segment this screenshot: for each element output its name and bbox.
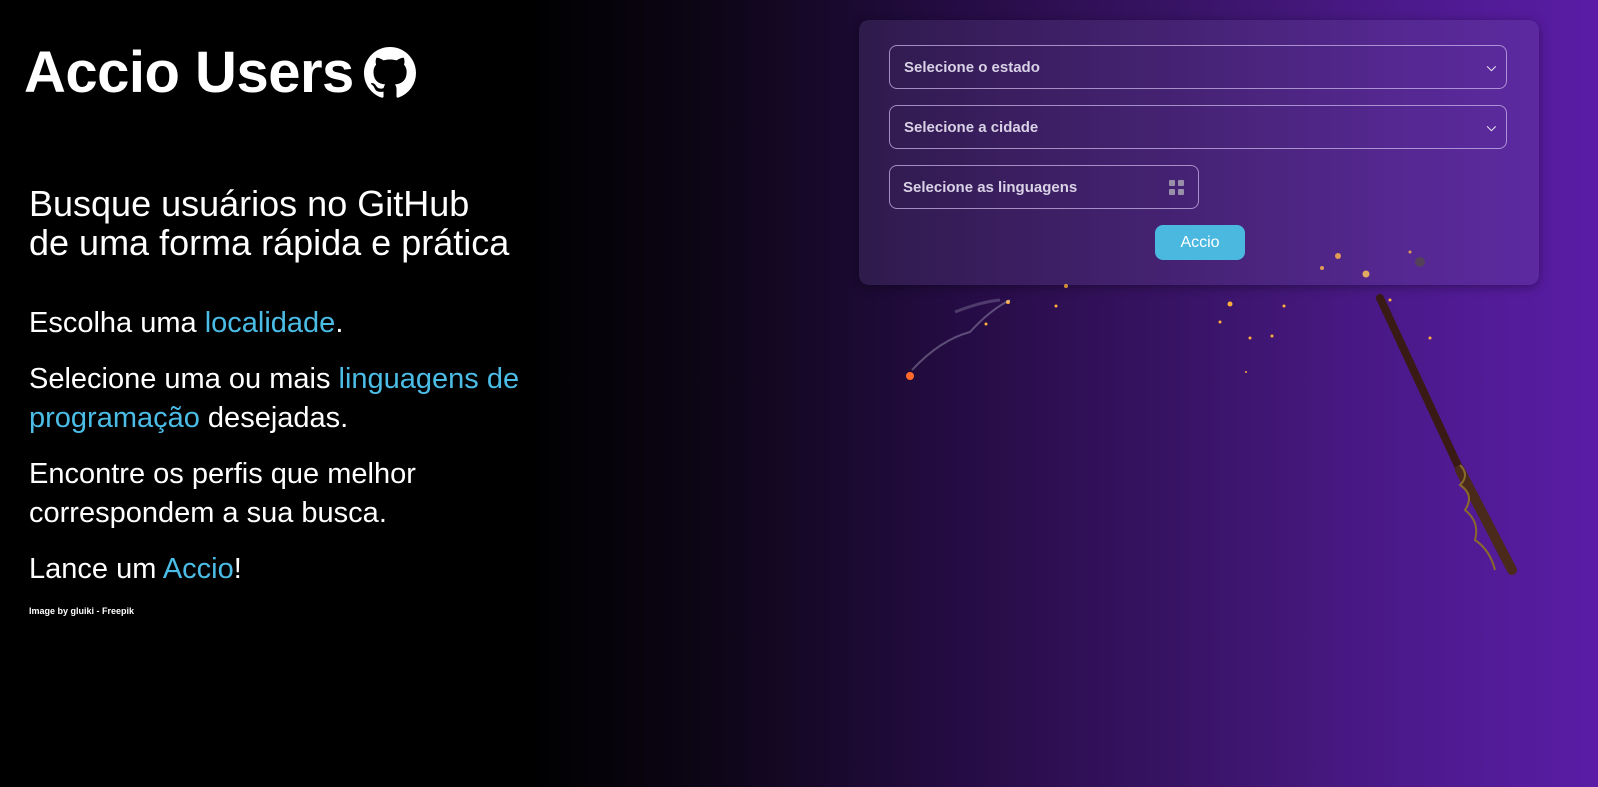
languages-placeholder: Selecione as linguagens bbox=[903, 178, 1078, 196]
app-title: Accio Users bbox=[24, 40, 354, 105]
chevron-down-icon: ⌵ bbox=[1486, 59, 1496, 74]
highlight-localidade: localidade bbox=[204, 307, 336, 339]
github-icon bbox=[363, 47, 416, 99]
step-accio-text: Lance um bbox=[29, 553, 163, 585]
highlight-accio: Accio bbox=[162, 553, 234, 585]
step-location-end: . bbox=[335, 307, 344, 339]
image-credit: Image by gluiki - Freepik bbox=[29, 606, 135, 616]
chevron-down-icon: ⌵ bbox=[1486, 119, 1496, 134]
step-results: Encontre os perfis que melhor correspond… bbox=[29, 458, 416, 529]
step-location: Escolha uma localidade. bbox=[29, 304, 589, 343]
state-select[interactable]: Selecione o estado ⌵ bbox=[889, 45, 1507, 89]
search-form-panel: Selecione o estado ⌵ Selecione a cidade … bbox=[859, 20, 1539, 285]
headline-line-2: de uma forma rápida e prática bbox=[29, 222, 510, 263]
step-languages: Selecione uma ou mais linguagens de prog… bbox=[29, 360, 589, 438]
wand bbox=[1376, 257, 1517, 575]
languages-multiselect[interactable]: Selecione as linguagens bbox=[889, 165, 1199, 209]
state-select-placeholder: Selecione o estado bbox=[904, 58, 1040, 76]
headline: Busque usuários no GitHub de uma forma r… bbox=[29, 184, 589, 262]
brand: Accio Users bbox=[24, 44, 416, 102]
step-accio: Lance um Accio! bbox=[29, 550, 589, 589]
step-accio-end: ! bbox=[233, 553, 242, 585]
city-select-placeholder: Selecione a cidade bbox=[904, 118, 1039, 136]
accio-button[interactable]: Accio bbox=[1155, 225, 1245, 260]
city-select[interactable]: Selecione a cidade ⌵ bbox=[889, 105, 1507, 149]
magic-wand-illustration bbox=[906, 250, 1517, 575]
headline-line-1: Busque usuários no GitHub bbox=[29, 183, 470, 224]
step-location-text: Escolha uma bbox=[29, 307, 205, 339]
step-languages-end: desejadas. bbox=[199, 402, 349, 434]
grid-icon[interactable] bbox=[1169, 179, 1184, 195]
step-languages-text: Selecione uma ou mais bbox=[29, 363, 339, 395]
hero: Busque usuários no GitHub de uma forma r… bbox=[29, 184, 589, 616]
